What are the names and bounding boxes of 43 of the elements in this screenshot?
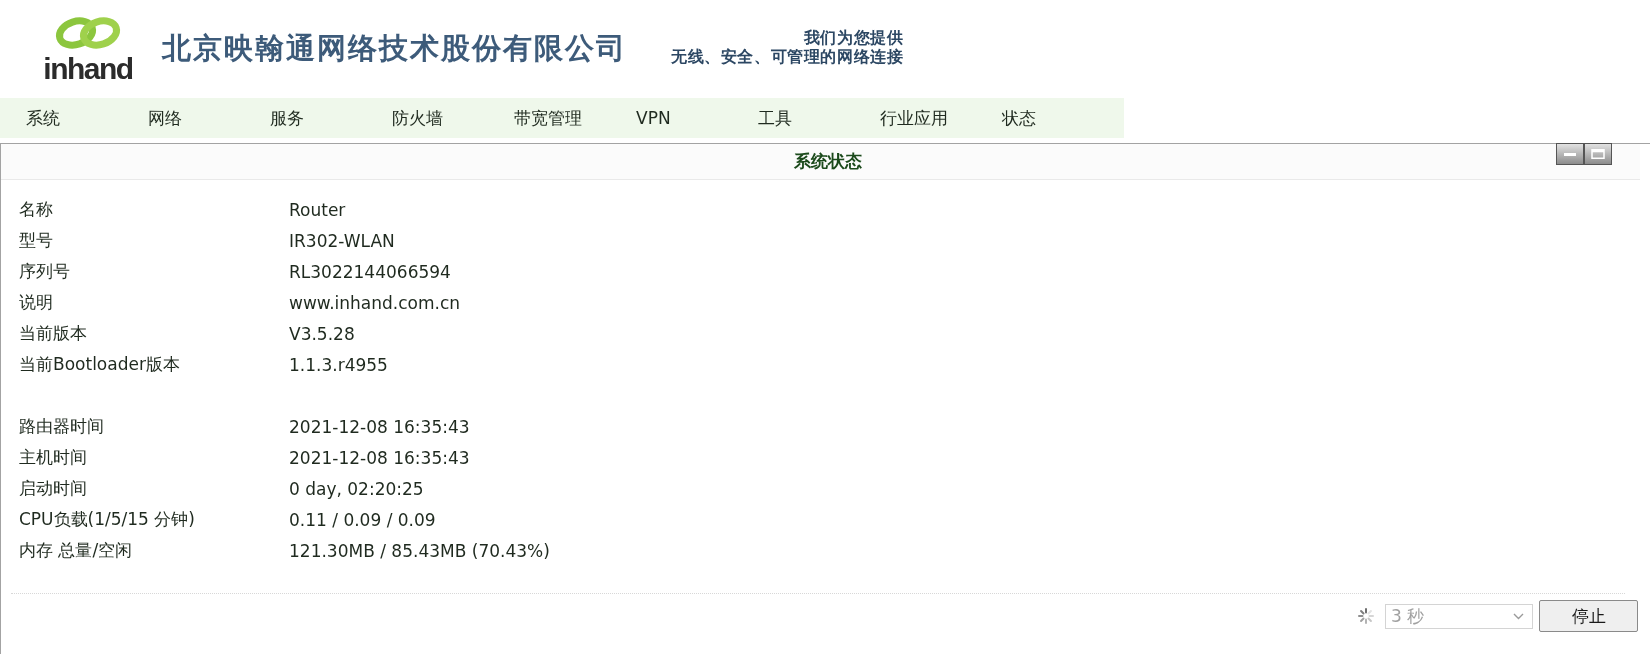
minimize-button[interactable]: [1556, 143, 1584, 165]
spinner-icon: [1357, 607, 1375, 625]
company-name: 北京映翰通网络技术股份有限公司: [162, 30, 627, 67]
info-value: RL3022144066594: [289, 261, 451, 282]
info-label: 当前Bootloader版本: [19, 353, 181, 376]
info-label: 内存 总量/空闲: [19, 539, 134, 562]
info-label: 主机时间: [19, 446, 88, 469]
info-label: CPU负载(1/5/15 分钟): [19, 508, 196, 531]
info-label: 当前版本: [19, 322, 88, 345]
info-label: 启动时间: [19, 477, 88, 500]
info-label: 路由器时间: [19, 415, 105, 438]
nav-menu-item[interactable]: VPN: [636, 108, 758, 128]
panel-title: 系统状态: [793, 150, 862, 173]
info-value: 121.30MB / 85.43MB (70.43%): [289, 540, 550, 561]
nav-menu-item[interactable]: 带宽管理: [514, 106, 636, 130]
info-label: 名称: [19, 198, 54, 221]
info-value: IR302-WLAN: [289, 230, 395, 251]
nav-menu-item[interactable]: 行业应用: [880, 106, 1002, 130]
logo-icon: [53, 15, 123, 51]
info-value: 2021-12-08 16:35:43: [289, 416, 470, 437]
nav-menu-item[interactable]: 防火墙: [392, 106, 514, 130]
logo-text: inhand: [43, 51, 133, 87]
info-value: 2021-12-08 16:35:43: [289, 447, 470, 468]
chevron-down-icon: [1513, 612, 1524, 620]
info-label: 说明: [19, 291, 54, 314]
nav-menu-item[interactable]: 服务: [270, 106, 392, 130]
stop-button[interactable]: 停止: [1539, 600, 1638, 632]
tagline-text: 我们为您提供: [803, 28, 904, 47]
info-label: 型号: [19, 229, 54, 252]
nav-menu-item[interactable]: 状态: [1002, 106, 1124, 130]
info-value: www.inhand.com.cn: [289, 292, 461, 313]
nav-menu-item[interactable]: 系统: [26, 106, 148, 130]
tagline-text: 无线、安全、可管理的网络连接: [671, 47, 904, 66]
maximize-icon: [1591, 149, 1605, 159]
info-value: 0 day, 02:20:25: [289, 478, 424, 499]
info-value: Router: [289, 199, 346, 220]
nav-menu-item[interactable]: 网络: [148, 106, 270, 130]
maximize-button[interactable]: [1584, 143, 1612, 165]
info-value: 1.1.3.r4955: [289, 354, 388, 375]
info-label: 序列号: [19, 260, 71, 283]
info-value: 0.11 / 0.09 / 0.09: [289, 509, 436, 530]
nav-menu-item[interactable]: 工具: [758, 106, 880, 130]
info-value: V3.5.28: [289, 323, 355, 344]
